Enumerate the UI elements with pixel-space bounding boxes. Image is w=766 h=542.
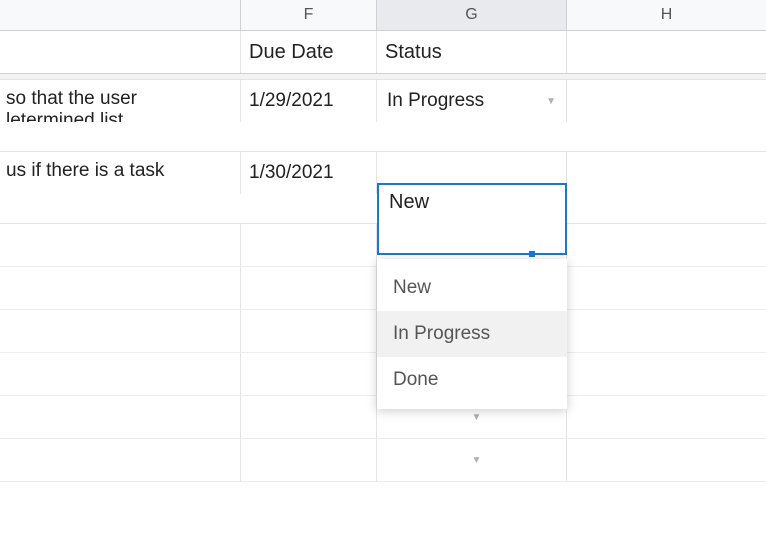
cell-f-header[interactable]: Due Date [241,31,377,73]
cell-e[interactable] [0,224,241,266]
cell-g-row1[interactable]: In Progress ▼ [377,80,567,122]
cell-h-row2[interactable] [567,152,766,194]
cell-h[interactable] [567,353,766,395]
cell-h[interactable] [567,267,766,309]
chevron-down-icon[interactable]: ▼ [472,412,482,423]
editing-value: New [389,191,429,214]
cell-e[interactable] [0,396,241,438]
cell-h[interactable] [567,310,766,352]
empty-row: ▼ [0,439,766,482]
chevron-down-icon[interactable]: ▼ [472,455,482,466]
cell-f[interactable] [241,439,377,481]
dropdown-option-new[interactable]: New [377,265,567,311]
col-header-h[interactable]: H [567,0,766,30]
cell-h-header[interactable] [567,31,766,73]
cell-f[interactable] [241,310,377,352]
cell-e-row1[interactable]: so that the user letermined list [0,80,241,122]
dropdown-option-in-progress[interactable]: In Progress [377,311,567,357]
cell-h[interactable] [567,396,766,438]
cell-h-row1[interactable] [567,80,766,122]
cell-text: us if there is a task [6,160,164,182]
cell-g-header[interactable]: Status [377,31,567,73]
cell-e[interactable] [0,353,241,395]
cell-e-header[interactable] [0,31,241,73]
cell-h[interactable] [567,439,766,481]
cell-g-dropdown[interactable]: ▼ [377,439,567,481]
status-text: In Progress [387,90,484,112]
cell-f[interactable] [241,267,377,309]
col-header-f[interactable]: F [241,0,377,30]
dropdown-option-done[interactable]: Done [377,357,567,403]
cell-e[interactable] [0,310,241,352]
col-header-cutoff[interactable] [0,0,241,30]
cell-f-row1[interactable]: 1/29/2021 [241,80,377,122]
cell-e[interactable] [0,439,241,481]
cell-e[interactable] [0,267,241,309]
cell-text: so that the user letermined list [6,88,137,122]
cell-f[interactable] [241,396,377,438]
col-header-g[interactable]: G [377,0,567,30]
data-row-1: so that the user letermined list 1/29/20… [0,80,766,152]
editing-cell[interactable]: New [377,183,567,255]
cell-f[interactable] [241,353,377,395]
cell-f[interactable] [241,224,377,266]
cell-h[interactable] [567,224,766,266]
chevron-down-icon[interactable]: ▼ [546,96,556,107]
cell-resize-handle[interactable] [529,251,535,257]
cell-f-row2[interactable]: 1/30/2021 [241,152,377,194]
cell-e-row2[interactable]: us if there is a task [0,152,241,194]
column-headers: F G H [0,0,766,31]
status-dropdown: New In Progress Done [377,259,567,409]
header-label-row: Due Date Status [0,31,766,74]
